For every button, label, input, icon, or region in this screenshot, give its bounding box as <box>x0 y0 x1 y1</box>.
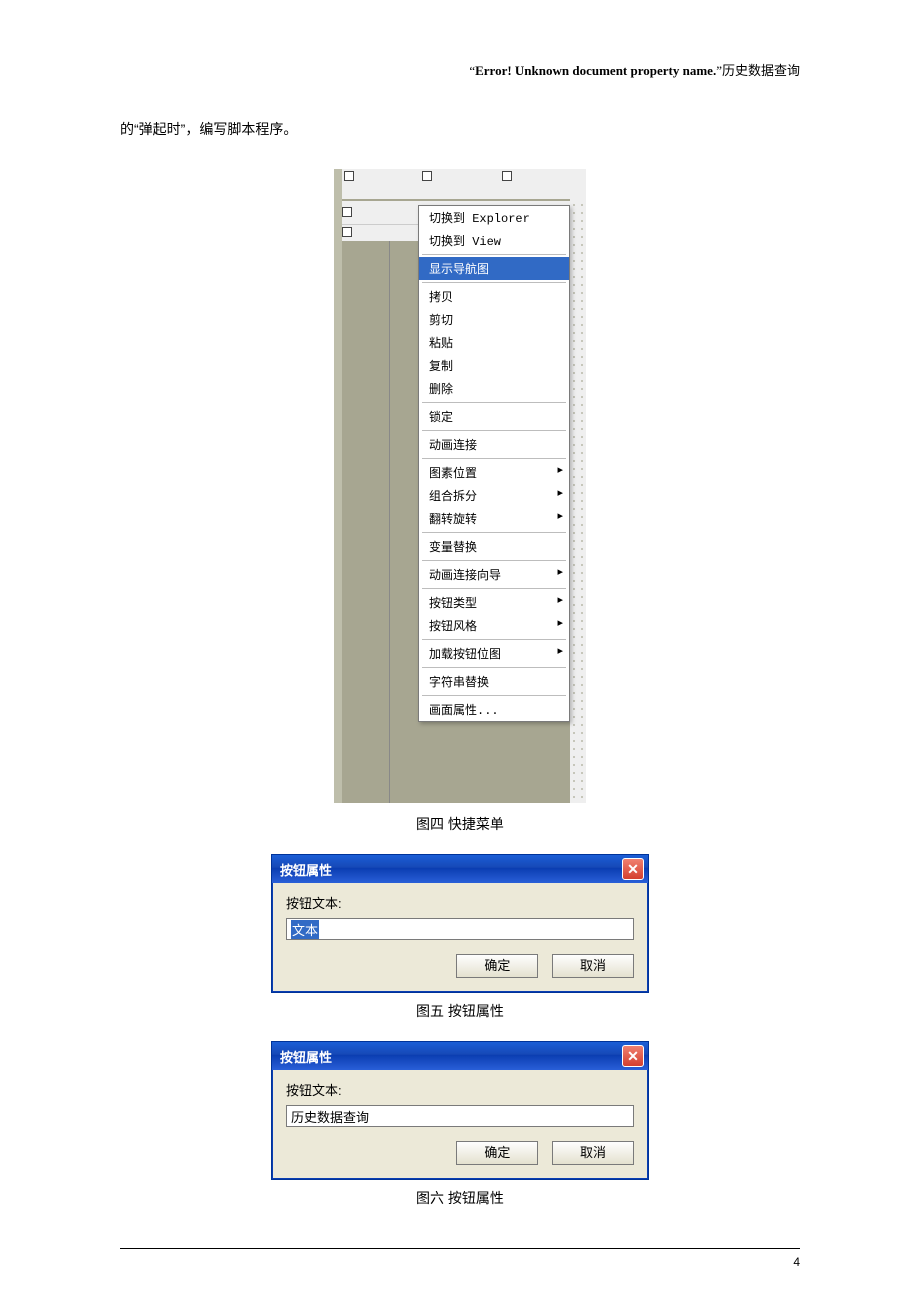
titlebar[interactable]: 按钮属性 ✕ <box>272 855 648 883</box>
field-label: 按钮文本: <box>286 1080 634 1099</box>
menu-separator <box>422 282 566 283</box>
menu-item[interactable]: 翻转旋转 <box>419 507 569 530</box>
menu-separator <box>422 560 566 561</box>
resize-handle[interactable] <box>344 171 354 181</box>
menu-separator <box>422 430 566 431</box>
header-error: Error! Unknown document property name. <box>475 63 716 78</box>
menu-item[interactable]: 字符串替换 <box>419 670 569 693</box>
dialog-title: 按钮属性 <box>280 860 332 879</box>
menu-separator <box>422 667 566 668</box>
menu-item[interactable]: 剪切 <box>419 308 569 331</box>
menu-item[interactable]: 图素位置 <box>419 461 569 484</box>
resize-handle[interactable] <box>502 171 512 181</box>
menu-separator <box>422 254 566 255</box>
resize-handle[interactable] <box>342 227 352 237</box>
menu-item[interactable]: 锁定 <box>419 405 569 428</box>
ok-button[interactable]: 确定 <box>456 1141 538 1165</box>
menu-item[interactable]: 显示导航图 <box>419 257 569 280</box>
menu-item[interactable]: 切换到 Explorer <box>419 206 569 229</box>
resize-handle[interactable] <box>422 171 432 181</box>
fig4-screenshot: 切换到 Explorer切换到 View 显示导航图拷贝剪切粘贴复制删除锁定动画连… <box>334 169 586 803</box>
menu-item[interactable]: 加载按钮位图 <box>419 642 569 665</box>
context-menu: 切换到 Explorer切换到 View 显示导航图拷贝剪切粘贴复制删除锁定动画连… <box>418 205 570 722</box>
fig6-dialog: 按钮属性 ✕ 按钮文本: 确定 取消 <box>271 1041 649 1180</box>
menu-item[interactable]: 动画连接 <box>419 433 569 456</box>
close-icon[interactable]: ✕ <box>622 1045 644 1067</box>
menu-separator <box>422 458 566 459</box>
field-label: 按钮文本: <box>286 893 634 912</box>
menu-separator <box>422 639 566 640</box>
cancel-button[interactable]: 取消 <box>552 1141 634 1165</box>
fig5-dialog: 按钮属性 ✕ 按钮文本: 文本 确定 取消 <box>271 854 649 993</box>
menu-separator <box>422 402 566 403</box>
page-number: 4 <box>793 1255 800 1269</box>
menu-item[interactable]: 按钮风格 <box>419 614 569 637</box>
menu-item[interactable]: 拷贝 <box>419 285 569 308</box>
fig4-caption: 图四 快捷菜单 <box>120 814 800 834</box>
menu-item[interactable]: 按钮类型 <box>419 591 569 614</box>
menu-item[interactable]: 复制 <box>419 354 569 377</box>
body-text: 的“弹起时”，编写脚本程序。 <box>120 119 800 139</box>
page-footer: 4 <box>120 1248 800 1269</box>
resize-handle[interactable] <box>342 207 352 217</box>
fig6-caption: 图六 按钮属性 <box>120 1188 800 1208</box>
input-value: 文本 <box>291 920 319 939</box>
menu-separator <box>422 532 566 533</box>
fig5-caption: 图五 按钮属性 <box>120 1001 800 1021</box>
page-header: “Error! Unknown document property name.”… <box>120 60 800 79</box>
menu-item[interactable]: 粘贴 <box>419 331 569 354</box>
dialog-title: 按钮属性 <box>280 1047 332 1066</box>
button-text-input[interactable]: 文本 <box>286 918 634 940</box>
cancel-button[interactable]: 取消 <box>552 954 634 978</box>
ok-button[interactable]: 确定 <box>456 954 538 978</box>
titlebar[interactable]: 按钮属性 ✕ <box>272 1042 648 1070</box>
menu-separator <box>422 695 566 696</box>
close-icon[interactable]: ✕ <box>622 858 644 880</box>
menu-item[interactable]: 删除 <box>419 377 569 400</box>
menu-item[interactable]: 动画连接向导 <box>419 563 569 586</box>
menu-item[interactable]: 组合拆分 <box>419 484 569 507</box>
menu-item[interactable]: 变量替换 <box>419 535 569 558</box>
button-text-input[interactable] <box>286 1105 634 1127</box>
header-suffix: 历史数据查询 <box>722 63 800 78</box>
menu-separator <box>422 588 566 589</box>
menu-item[interactable]: 画面属性... <box>419 698 569 721</box>
menu-item[interactable]: 切换到 View <box>419 229 569 252</box>
